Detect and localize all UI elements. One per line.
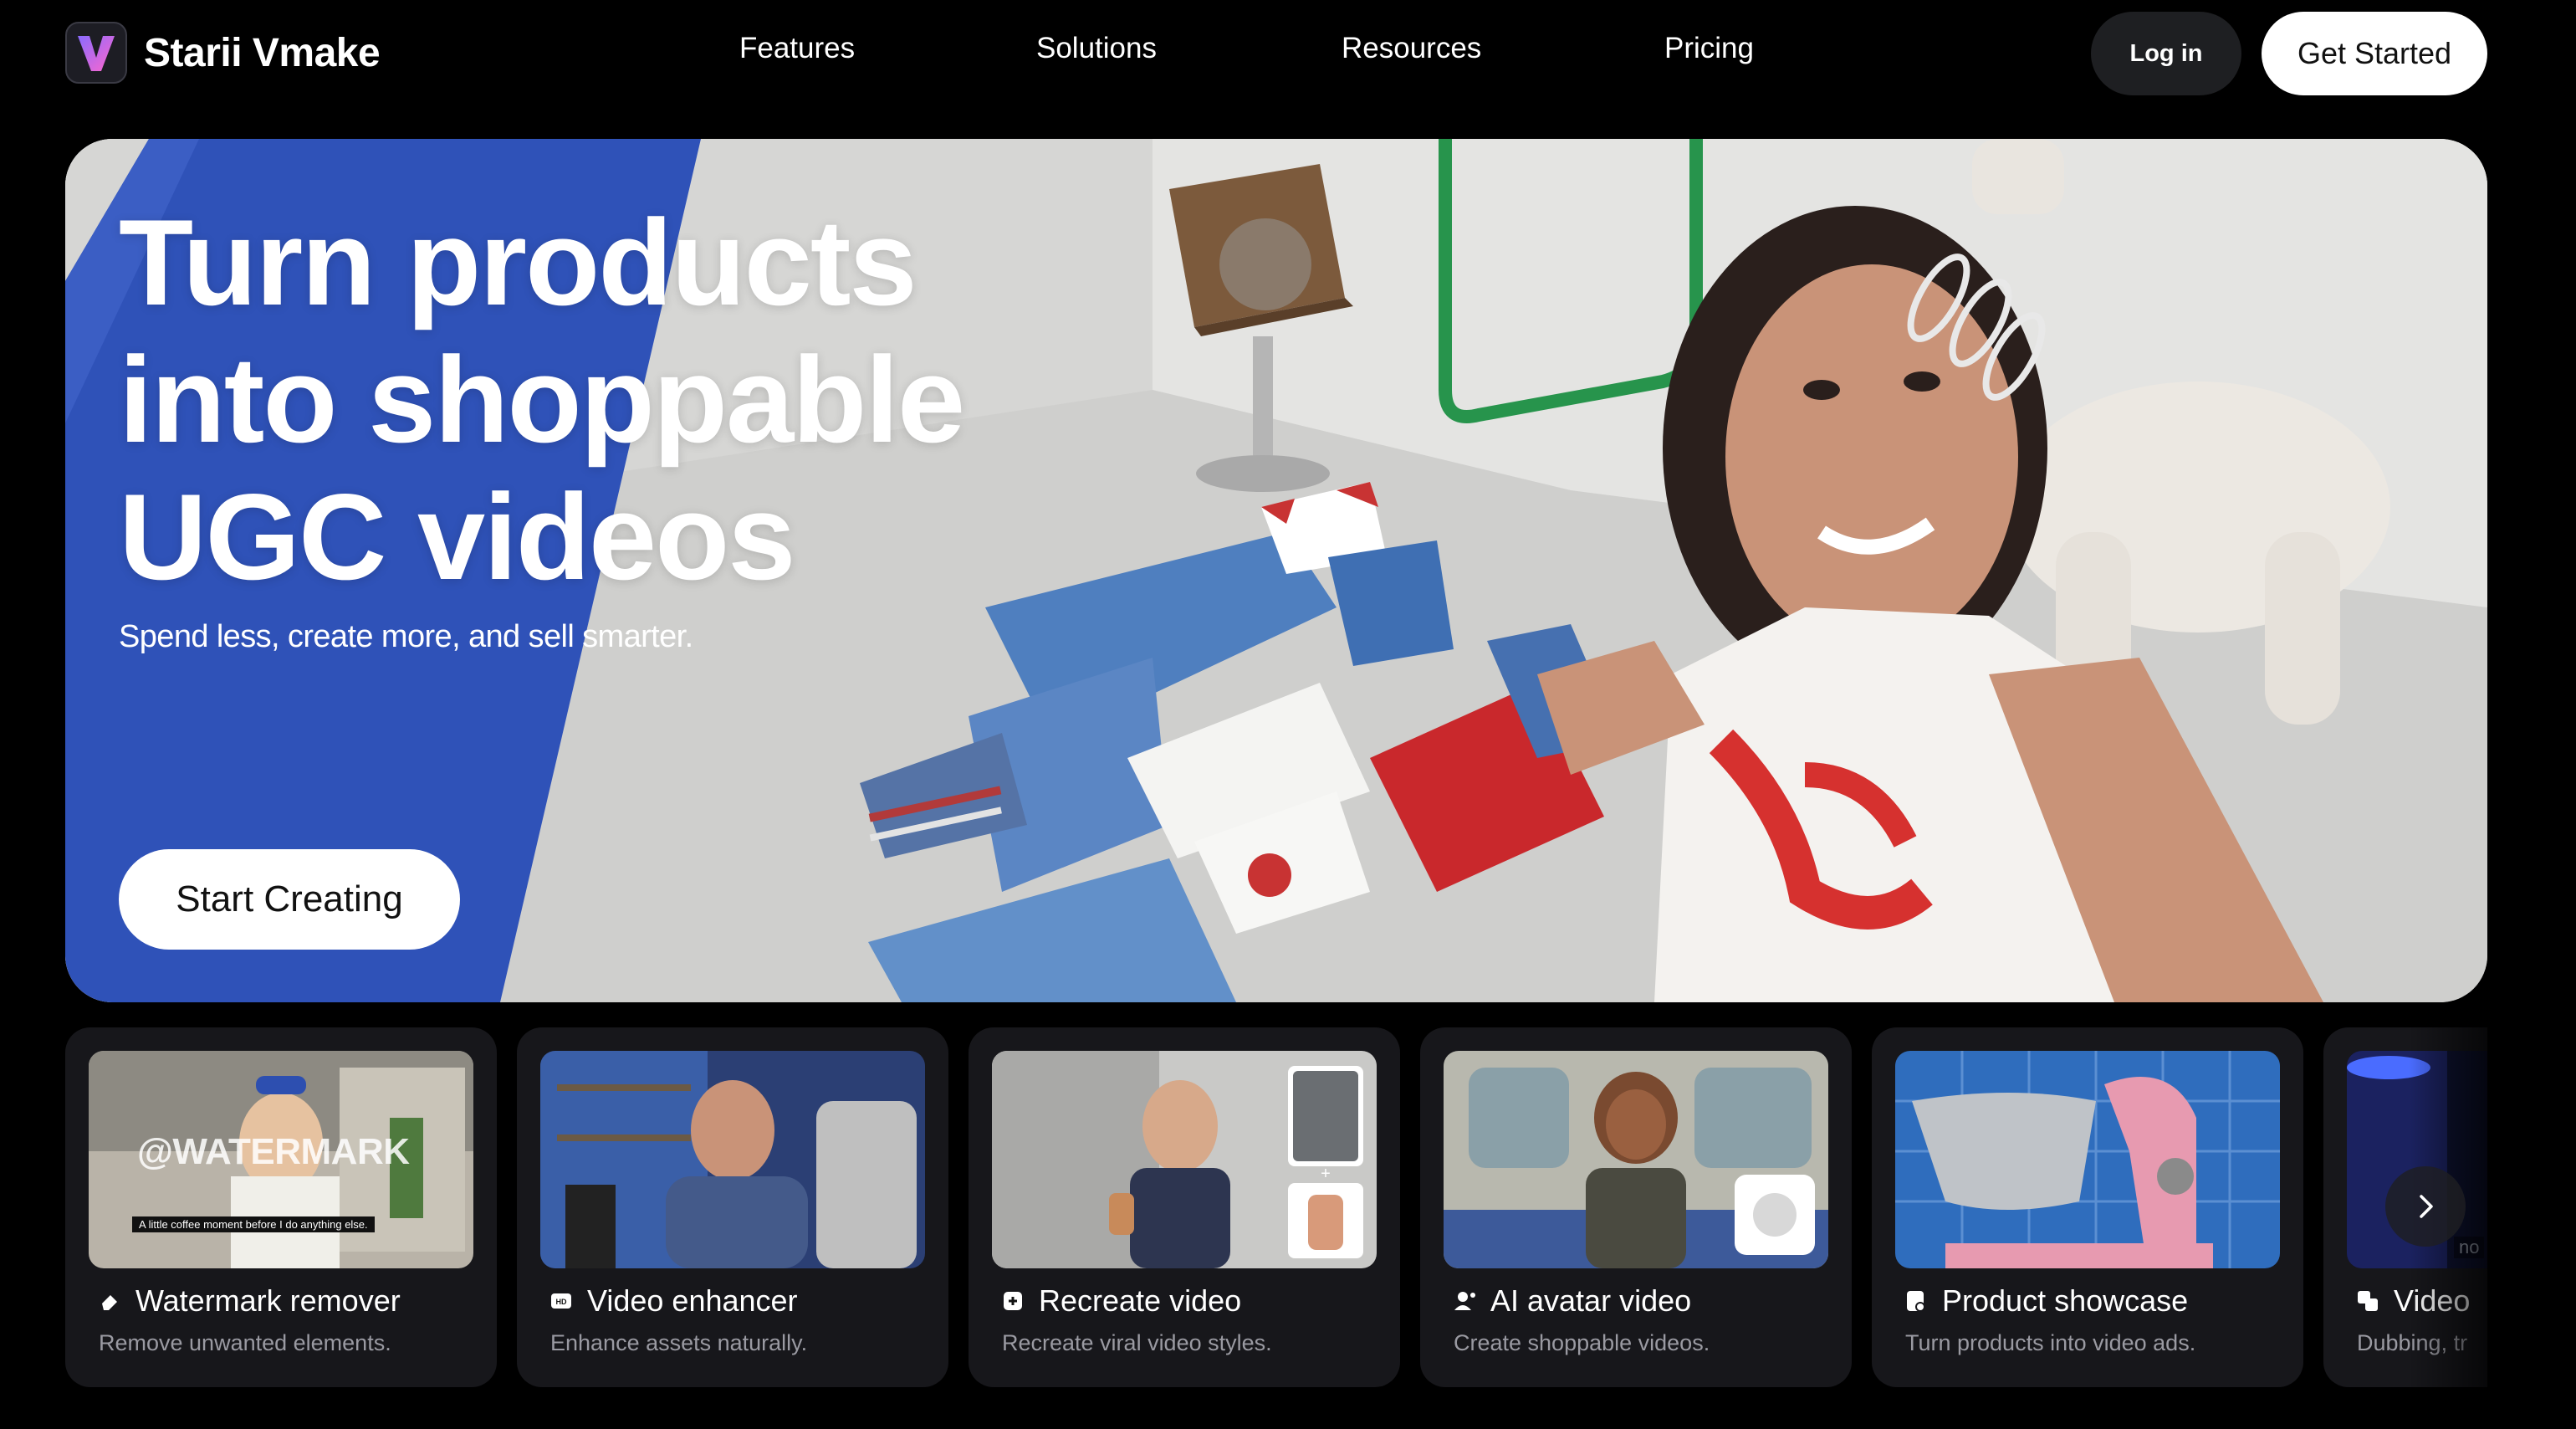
- top-nav: Starii Vmake Features Solutions Resource…: [0, 0, 2576, 109]
- svg-text:+: +: [1321, 1165, 1331, 1183]
- carousel-next-button[interactable]: [2385, 1166, 2466, 1247]
- card-thumbnail: @WATERMARK A little coffee moment before…: [89, 1051, 473, 1268]
- card-recreate-video[interactable]: + Recreate video Recreate viral video st…: [969, 1027, 1400, 1387]
- hero-title-line-1: Turn products: [119, 194, 917, 330]
- card-title-row: Product showcase: [1904, 1283, 2188, 1319]
- nav-link-solutions[interactable]: Solutions: [1036, 32, 1157, 65]
- card-description: Turn products into video ads.: [1905, 1330, 2196, 1355]
- card-description: Remove unwanted elements.: [99, 1330, 391, 1355]
- login-button[interactable]: Log in: [2091, 12, 2241, 95]
- nav-link-features[interactable]: Features: [739, 32, 855, 65]
- brand-name: Starii Vmake: [144, 30, 381, 75]
- watermark-overlay-text: @WATERMARK: [137, 1131, 410, 1172]
- card-title: Video enhancer: [587, 1283, 798, 1318]
- card-product-showcase[interactable]: Product showcase Turn products into vide…: [1872, 1027, 2303, 1387]
- card-thumbnail: [540, 1051, 925, 1268]
- chevron-right-icon: [2420, 1195, 2433, 1218]
- card-title-row: AI avatar video: [1452, 1283, 1691, 1319]
- card-thumbnail: +: [992, 1051, 1377, 1268]
- logo-icon: [65, 22, 127, 84]
- card-watermark-remover[interactable]: @WATERMARK A little coffee moment before…: [65, 1027, 497, 1387]
- nav-link-pricing[interactable]: Pricing: [1664, 32, 1754, 65]
- card-title: Product showcase: [1942, 1283, 2189, 1318]
- hero-subtitle: Spend less, create more, and sell smarte…: [119, 619, 693, 654]
- nav-link-resources[interactable]: Resources: [1342, 32, 1481, 65]
- get-started-button[interactable]: Get Started: [2262, 12, 2487, 95]
- hd-icon: HD: [551, 1293, 571, 1309]
- card-title-row: Watermark remover: [97, 1283, 401, 1319]
- recreate-icon: [1004, 1292, 1022, 1310]
- feature-carousel: @WATERMARK A little coffee moment before…: [65, 1027, 2487, 1387]
- start-creating-button[interactable]: Start Creating: [119, 849, 460, 950]
- card-thumbnail: [1444, 1051, 1828, 1268]
- card-ai-avatar-video[interactable]: AI avatar video Create shoppable videos.: [1420, 1027, 1852, 1387]
- product-icon: [1907, 1291, 1925, 1312]
- brand-logo[interactable]: Starii Vmake: [65, 22, 381, 84]
- svg-text:HD: HD: [556, 1298, 567, 1306]
- hero-title-line-3: UGC videos: [119, 469, 796, 605]
- card-title: Recreate video: [1039, 1283, 1242, 1318]
- eraser-icon: [102, 1295, 117, 1310]
- card-title-row: Recreate video: [1000, 1283, 1241, 1319]
- card-description: Create shoppable videos.: [1454, 1330, 1710, 1355]
- card-description: Recreate viral video styles.: [1002, 1330, 1272, 1355]
- hero-title-line-2: into shoppable: [119, 331, 965, 468]
- hero-title: Turn products into shoppable UGC videos: [119, 194, 1206, 606]
- card-title: Watermark remover: [135, 1283, 401, 1318]
- translate-icon: [2358, 1291, 2378, 1311]
- card-title-row: HD Video enhancer: [549, 1283, 798, 1319]
- avatar-icon: [1454, 1292, 1475, 1310]
- card-description: Enhance assets naturally.: [550, 1330, 808, 1355]
- hero-banner: Turn products into shoppable UGC videos …: [65, 139, 2487, 1002]
- video-caption: A little coffee moment before I do anyth…: [132, 1216, 375, 1232]
- card-title: AI avatar video: [1490, 1283, 1692, 1318]
- card-video-enhancer[interactable]: HD Video enhancer Enhance assets natural…: [517, 1027, 948, 1387]
- card-thumbnail: [1895, 1051, 2280, 1268]
